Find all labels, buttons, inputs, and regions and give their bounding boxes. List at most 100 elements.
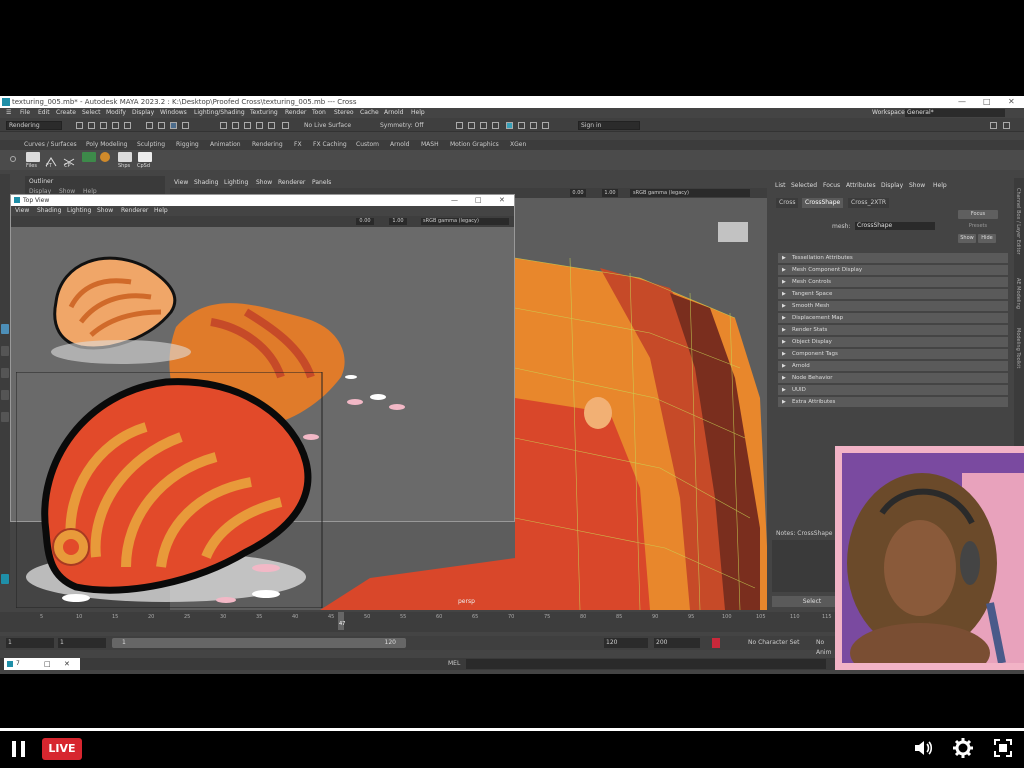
pause-icon[interactable] — [12, 741, 26, 757]
snap-surface-icon[interactable] — [268, 122, 275, 129]
shelf-cpsd-button[interactable] — [138, 152, 152, 162]
section-smooth-mesh[interactable]: ▶ Smooth Mesh — [778, 301, 1008, 311]
focus-button[interactable]: Focus — [958, 210, 998, 219]
section-mesh-component-display[interactable]: ▶ Mesh Component Display — [778, 265, 1008, 275]
persp-colorspace-dropdown[interactable]: sRGB gamma (legacy) — [630, 189, 750, 197]
persp-menu-show[interactable]: Show — [256, 178, 272, 188]
persp-gamma-field[interactable]: 1.00 — [602, 189, 618, 197]
toggle-panel-2-icon[interactable] — [1003, 122, 1010, 129]
workspace-dropdown[interactable]: General* — [905, 109, 1005, 117]
playback-end-field[interactable]: 120 — [604, 638, 648, 648]
section-object-display[interactable]: ▶ Object Display — [778, 337, 1008, 347]
restore-icon[interactable]: □ — [44, 658, 51, 670]
persp-menu-renderer[interactable]: Renderer — [278, 178, 305, 188]
fullscreen-icon[interactable] — [992, 737, 1014, 759]
menu-icon[interactable]: ☰ — [6, 108, 11, 118]
shelf-tab-mash[interactable]: MASH — [421, 140, 439, 150]
hide-button[interactable]: Hide — [978, 234, 996, 243]
arnold-render-icon[interactable] — [518, 122, 525, 129]
mel-label[interactable]: MEL — [448, 660, 460, 667]
menu-help[interactable]: Help — [411, 108, 425, 118]
select-hierarchy-icon[interactable] — [146, 122, 153, 129]
hypershade-icon[interactable] — [506, 122, 513, 129]
section-displacement-map[interactable]: ▶ Displacement Map — [778, 313, 1008, 323]
mesh-name-field[interactable]: CrossShape — [855, 222, 935, 230]
live-badge[interactable]: LIVE — [42, 738, 82, 760]
snap-grid-icon[interactable] — [220, 122, 227, 129]
shelf-options-icon[interactable] — [10, 156, 16, 162]
select-object-icon[interactable] — [158, 122, 165, 129]
shelf-tab-rigging[interactable]: Rigging — [176, 140, 199, 150]
snap-curve-icon[interactable] — [232, 122, 239, 129]
render-frame-icon[interactable] — [468, 122, 475, 129]
save-scene-icon[interactable] — [100, 122, 107, 129]
shelf-tab-fx-caching[interactable]: FX Caching — [313, 140, 347, 150]
section-arnold[interactable]: ▶ Arnold — [778, 361, 1008, 371]
paint-select-icon[interactable] — [1, 368, 9, 378]
ipr-render-icon[interactable] — [480, 122, 487, 129]
presets-button[interactable]: Presets — [958, 222, 998, 231]
menu-select[interactable]: Select — [82, 108, 101, 118]
maximize-icon[interactable]: □ — [983, 96, 991, 108]
attr-menu-display[interactable]: Display — [881, 182, 903, 189]
shelf-tab-poly[interactable]: Poly Modeling — [86, 140, 128, 150]
section-component-tags[interactable]: ▶ Component Tags — [778, 349, 1008, 359]
top-view-titlebar[interactable]: Top View — □ ✕ — [11, 195, 514, 206]
shelf-tab-xgen[interactable]: XGen — [510, 140, 526, 150]
shelf-shps-button[interactable] — [118, 152, 132, 162]
character-set-dropdown[interactable]: No Character Set — [748, 638, 799, 648]
command-input[interactable] — [466, 659, 826, 669]
menu-texturing[interactable]: Texturing — [250, 108, 278, 118]
move-tool-icon[interactable] — [1, 390, 9, 400]
rotate-tool-icon[interactable] — [1, 412, 9, 422]
shelf-tab-fx[interactable]: FX — [294, 140, 302, 150]
shelf-cp-button[interactable] — [62, 152, 76, 166]
symmetry-label[interactable]: Symmetry: Off — [380, 122, 423, 129]
shelf-checker-button[interactable] — [82, 152, 96, 162]
close-icon[interactable]: ✕ — [64, 658, 70, 670]
section-tessellation[interactable]: ▶ Tessellation Attributes — [778, 253, 1008, 263]
redo-icon[interactable] — [124, 122, 131, 129]
select-tool-icon[interactable] — [1, 324, 9, 334]
side-tab-modeling-toolkit[interactable]: Modeling Toolkit — [1015, 328, 1021, 368]
auto-key-icon[interactable] — [712, 638, 720, 648]
toggle-panel-icon[interactable] — [990, 122, 997, 129]
menu-lighting-shading[interactable]: Lighting/Shading — [194, 108, 245, 118]
shelf-tab-sculpting[interactable]: Sculpting — [137, 140, 165, 150]
new-scene-icon[interactable] — [76, 122, 83, 129]
persp-menu-view[interactable]: View — [174, 178, 188, 188]
menu-edit[interactable]: Edit — [38, 108, 50, 118]
side-tab-ae-modeling[interactable]: AE Modeling — [1015, 278, 1021, 309]
open-scene-icon[interactable] — [88, 122, 95, 129]
top-view-maximize-icon[interactable]: □ — [475, 195, 482, 206]
attr-menu-attributes[interactable]: Attributes — [846, 182, 876, 189]
live-surface-label[interactable]: No Live Surface — [304, 122, 351, 129]
top-menu-lighting[interactable]: Lighting — [67, 206, 91, 216]
shelf-tab-rendering[interactable]: Rendering — [252, 140, 283, 150]
playback-progress[interactable] — [0, 728, 1024, 731]
snap-pivot-icon[interactable] — [282, 122, 289, 129]
arnold-ipr-icon[interactable] — [530, 122, 537, 129]
persp-menu-lighting[interactable]: Lighting — [224, 178, 248, 188]
menu-create[interactable]: Create — [56, 108, 76, 118]
top-exposure-field[interactable]: 0.00 — [356, 218, 374, 225]
top-view-close-icon[interactable]: ✕ — [499, 195, 505, 206]
shelf-ft-button[interactable] — [44, 152, 58, 167]
mode-dropdown[interactable]: Rendering — [6, 121, 62, 130]
time-slider[interactable]: 5 10 15 20 25 30 35 40 45 50 55 60 65 70… — [0, 612, 835, 632]
menu-file[interactable]: File — [20, 108, 30, 118]
top-gamma-field[interactable]: 1.00 — [389, 218, 407, 225]
menu-stereo[interactable]: Stereo — [334, 108, 354, 118]
menu-arnold[interactable]: Arnold — [384, 108, 403, 118]
render-view-icon[interactable] — [456, 122, 463, 129]
section-node-behavior[interactable]: ▶ Node Behavior — [778, 373, 1008, 383]
section-extra-attributes[interactable]: ▶ Extra Attributes — [778, 397, 1008, 407]
persp-menu-shading[interactable]: Shading — [194, 178, 218, 188]
persp-menu-panels[interactable]: Panels — [312, 178, 331, 188]
volume-icon[interactable] — [912, 737, 934, 759]
section-mesh-controls[interactable]: ▶ Mesh Controls — [778, 277, 1008, 287]
render-settings-icon[interactable] — [492, 122, 499, 129]
viewcube[interactable] — [718, 222, 748, 242]
select-component-icon[interactable] — [170, 122, 177, 129]
anim-layer-dropdown[interactable]: No Anim — [816, 638, 835, 658]
